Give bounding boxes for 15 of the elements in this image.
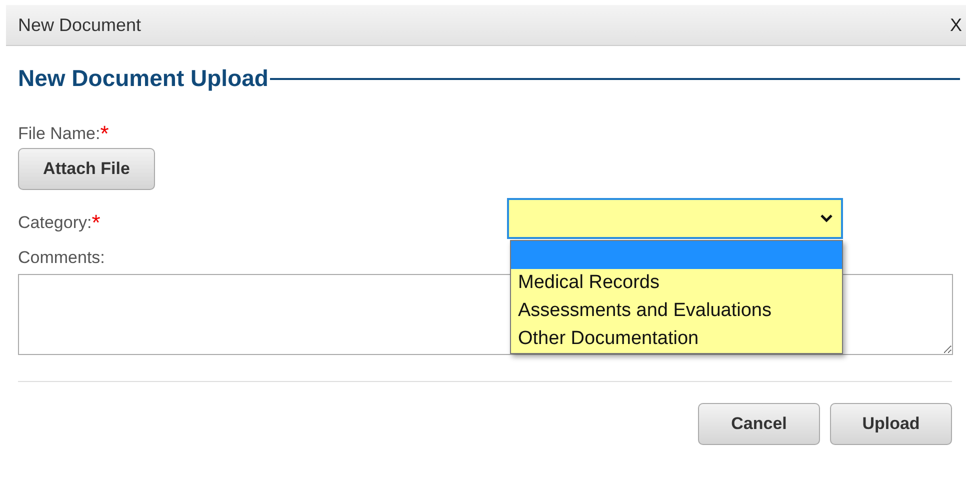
cancel-button[interactable]: Cancel — [698, 402, 820, 445]
field-label: File Name: — [18, 124, 100, 143]
field-label: Category: — [18, 213, 92, 232]
dropdown-option[interactable]: Assessments and Evaluations — [511, 297, 842, 326]
attach-file-button[interactable]: Attach File — [18, 148, 155, 190]
section-heading: New Document Upload — [18, 65, 268, 93]
upload-button[interactable]: Upload — [830, 402, 952, 445]
chevron-down-icon — [820, 214, 833, 224]
required-mark: * — [92, 210, 100, 236]
window-title: New Document — [18, 14, 142, 36]
close-button[interactable]: X — [950, 12, 962, 38]
dropdown-option[interactable]: Other Documentation — [511, 325, 842, 354]
field-label: Comments: — [18, 248, 105, 268]
dropdown-option[interactable]: Medical Records — [511, 269, 842, 298]
required-mark: * — [100, 120, 109, 146]
